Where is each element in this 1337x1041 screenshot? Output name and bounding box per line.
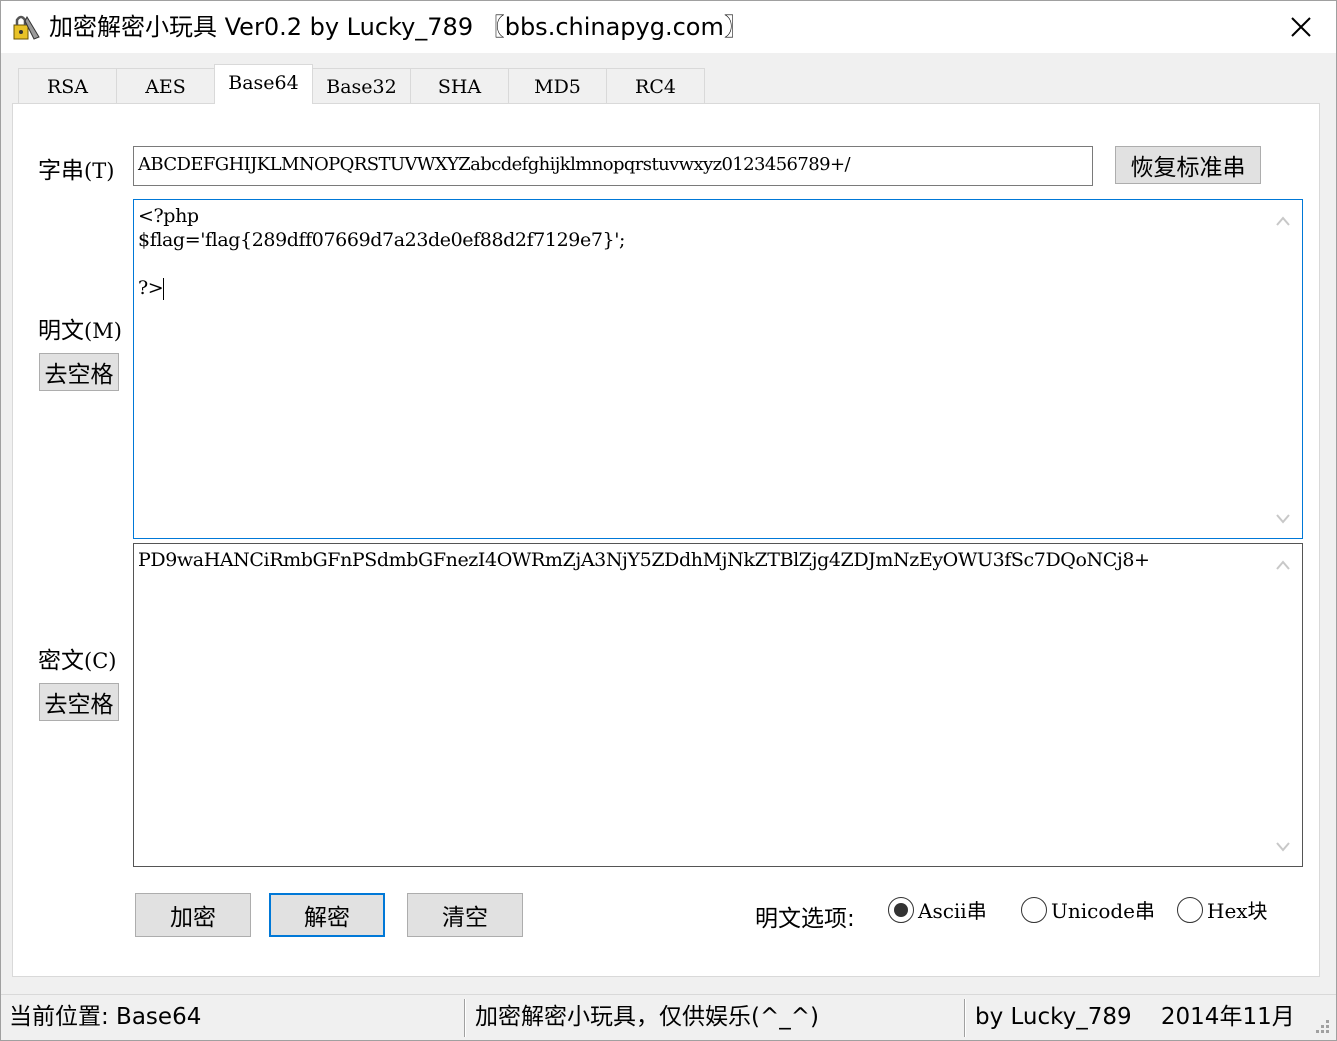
ciphertext-text: PD9waHANCiRmbGFnPSdmbGFnezI4OWRmZjA3NjY5… [138, 549, 1150, 571]
restore-standard-button[interactable]: 恢复标准串 [1115, 146, 1261, 184]
tab-sha[interactable]: SHA [410, 68, 509, 104]
text-caret [163, 278, 165, 300]
radio-hex-button[interactable] [1177, 896, 1203, 923]
status-divider [964, 999, 966, 1037]
plaintext-input[interactable]: <?php $flag='flag{289dff07669d7a23de0ef88… [133, 199, 1303, 539]
decrypt-button[interactable]: 解密 [269, 893, 385, 937]
plaintext-line [138, 252, 1262, 276]
radio-unicode[interactable]: Unicode串 [1021, 895, 1155, 924]
ciphertext-input[interactable]: PD9waHANCiRmbGFnPSdmbGFnezI4OWRmZjA3NjY5… [133, 543, 1303, 867]
charset-input[interactable]: ABCDEFGHIJKLMNOPQRSTUVWXYZabcdefghijklmn… [133, 146, 1093, 186]
tab-base32[interactable]: Base32 [312, 68, 411, 104]
ciphertext-label: 密文(C) [38, 648, 117, 674]
tab-base64[interactable]: Base64 [214, 64, 313, 104]
plaintext-strip-spaces-button[interactable]: 去空格 [39, 353, 119, 391]
radio-hex[interactable]: Hex块 [1177, 895, 1268, 924]
plaintext-line: ?> [138, 277, 165, 300]
radio-unicode-label: Unicode串 [1051, 899, 1156, 923]
plaintext-options-label: 明文选项: [755, 906, 855, 932]
radio-ascii[interactable]: Ascii串 [888, 895, 987, 924]
status-slogan: 加密解密小玩具，仅供娱乐(^_^) [475, 1004, 819, 1030]
ciphertext-strip-spaces-button[interactable]: 去空格 [39, 683, 119, 721]
plaintext-line: <?php [138, 205, 199, 227]
main-window: 加密解密小玩具 Ver0.2 by Lucky_789 〖bbs.chinapy… [0, 0, 1337, 1041]
status-location: 当前位置: Base64 [9, 1004, 202, 1030]
scroll-down-icon[interactable] [1274, 838, 1292, 856]
encrypt-button[interactable]: 加密 [135, 893, 251, 937]
plaintext-line: $flag='flag{289dff07669d7a23de0ef88d2f71… [138, 229, 626, 251]
tab-md5[interactable]: MD5 [508, 68, 607, 104]
tab-rc4[interactable]: RC4 [606, 68, 705, 104]
tab-aes[interactable]: AES [116, 68, 215, 104]
clear-button[interactable]: 清空 [407, 893, 523, 937]
close-icon [1291, 17, 1311, 37]
scroll-up-icon[interactable] [1274, 212, 1292, 230]
radio-unicode-button[interactable] [1021, 896, 1047, 923]
scroll-down-icon[interactable] [1274, 510, 1292, 528]
radio-ascii-label: Ascii串 [918, 899, 987, 923]
status-divider [464, 999, 466, 1037]
status-author: by Lucky_789 2014年11月 [975, 1004, 1295, 1030]
status-bar: 当前位置: Base64 加密解密小玩具，仅供娱乐(^_^) by Lucky_… [1, 994, 1336, 1040]
title-bar: 加密解密小玩具 Ver0.2 by Lucky_789 〖bbs.chinapy… [1, 1, 1336, 53]
charset-label: 字串(T) [38, 158, 115, 184]
close-button[interactable] [1266, 1, 1336, 53]
tab-strip: RSA AES Base64 Base32 SHA MD5 RC4 [18, 64, 705, 104]
radio-hex-label: Hex块 [1207, 899, 1268, 923]
scroll-up-icon[interactable] [1274, 556, 1292, 574]
plaintext-label: 明文(M) [38, 318, 122, 344]
app-icon [13, 15, 40, 40]
radio-ascii-button[interactable] [888, 896, 914, 923]
tab-rsa[interactable]: RSA [18, 68, 117, 104]
resize-grip-icon[interactable] [1312, 1016, 1330, 1034]
window-title: 加密解密小玩具 Ver0.2 by Lucky_789 〖bbs.chinapy… [49, 13, 748, 41]
